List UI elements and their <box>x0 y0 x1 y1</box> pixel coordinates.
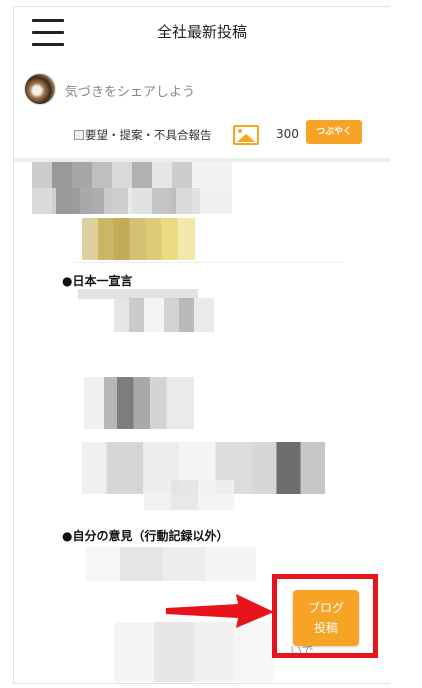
highlight-box <box>272 574 378 658</box>
pixelated-image <box>84 377 194 429</box>
pixelated-image <box>32 188 232 214</box>
header: 全社最新投稿 <box>14 7 390 57</box>
image-icon[interactable] <box>233 125 259 145</box>
pixelated-image <box>82 218 195 260</box>
page-gutter <box>390 0 422 688</box>
report-checkbox[interactable] <box>74 130 84 140</box>
post-heading: ●日本一宣言 <box>62 274 133 288</box>
separator <box>74 262 344 263</box>
arrow-annotation <box>166 594 274 628</box>
post-heading: ●自分の意見（行動記録以外） <box>62 529 229 543</box>
composer-input[interactable]: 気づきをシェアしよう <box>65 81 195 100</box>
pixelated-text <box>86 547 256 581</box>
page-title: 全社最新投稿 <box>156 23 247 41</box>
pixelated-image <box>144 480 234 510</box>
pixelated-image <box>114 298 214 332</box>
char-count: 300 <box>276 127 299 141</box>
avatar <box>24 73 56 105</box>
pixelated-text <box>114 622 274 682</box>
post-composer: 気づきをシェアしよう 要望・提案・不具合報告 300 つぶやく <box>14 59 390 157</box>
tweet-button[interactable]: つぶやく <box>306 120 362 144</box>
report-label: 要望・提案・不具合報告 <box>85 128 212 142</box>
